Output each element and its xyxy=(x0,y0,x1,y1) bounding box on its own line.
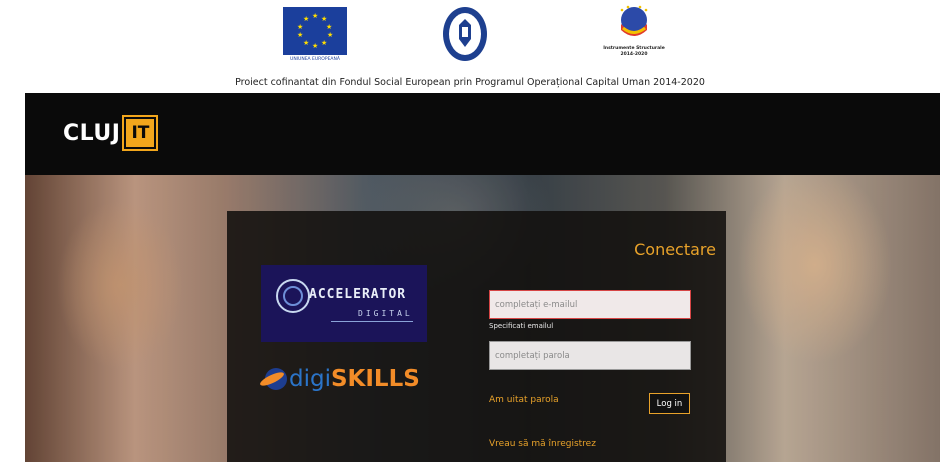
digiskills-mark-icon xyxy=(265,368,287,390)
password-input[interactable] xyxy=(489,341,691,370)
accelerator-sub: DIGITAL xyxy=(358,309,413,318)
login-title: Conectare xyxy=(634,240,716,259)
register-link[interactable]: Vreau să mă înregistrez xyxy=(489,439,596,449)
government-seal-icon xyxy=(443,7,487,61)
forgot-password-link[interactable]: Am uitat parola xyxy=(489,395,559,405)
site-header: CLUJ IT xyxy=(25,93,940,175)
structural-instruments-years: 2014-2020 xyxy=(620,52,648,57)
digiskills-logo: digi SKILLS xyxy=(265,359,425,399)
email-input[interactable] xyxy=(489,290,691,319)
digiskills-suffix: SKILLS xyxy=(330,366,420,392)
structural-instruments-logo: Instrumente Structurale 2014-2020 xyxy=(596,4,672,68)
government-seal-logo xyxy=(441,5,489,63)
cluj-it-logo[interactable]: CLUJ IT xyxy=(63,115,159,151)
accelerator-underline xyxy=(331,321,413,322)
funding-statement: Proiect cofinantat din Fondul Social Eur… xyxy=(235,77,705,88)
email-help-text: Specificati emailul xyxy=(489,322,554,330)
login-button[interactable]: Log in xyxy=(649,393,690,414)
funding-banner: ★ ★ ★ ★ ★ ★ ★ ★ ★ ★ UNIUNEA EUROPEANĂ In… xyxy=(0,0,940,93)
hero-background: Conectare ACCELERATOR DIGITAL digi SKILLS… xyxy=(25,175,940,462)
brand-word: CLUJ xyxy=(63,120,121,146)
digiskills-prefix: digi xyxy=(289,366,331,392)
structural-instruments-icon xyxy=(620,5,648,36)
eu-flag-logo: ★ ★ ★ ★ ★ ★ ★ ★ ★ ★ UNIUNEA EUROPEANĂ xyxy=(283,7,347,62)
login-panel: Conectare ACCELERATOR DIGITAL digi SKILLS… xyxy=(227,211,726,462)
eu-caption: UNIUNEA EUROPEANĂ xyxy=(290,57,340,62)
accelerator-ring-icon xyxy=(276,279,310,313)
accelerator-word: ACCELERATOR xyxy=(309,287,407,302)
brand-badge: IT xyxy=(122,115,159,151)
eu-flag-icon: ★ ★ ★ ★ ★ ★ ★ ★ ★ ★ xyxy=(283,7,347,55)
accelerator-digital-logo: ACCELERATOR DIGITAL xyxy=(261,265,427,342)
